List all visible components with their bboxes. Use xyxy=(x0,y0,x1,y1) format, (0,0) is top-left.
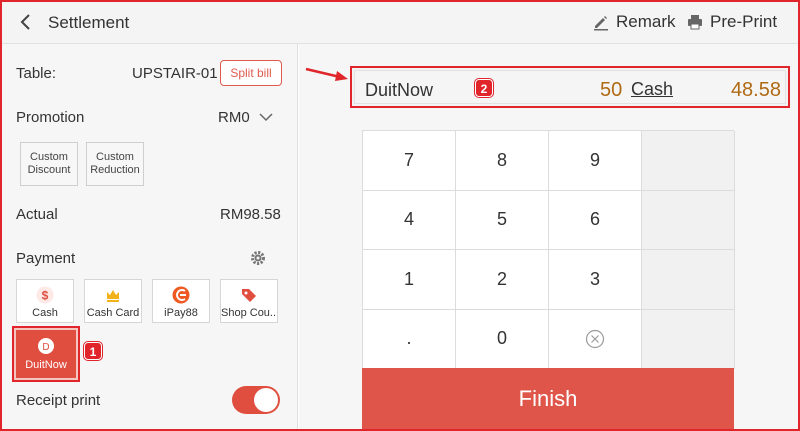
annotation-arrow-icon xyxy=(305,67,348,81)
payment-cash-button[interactable]: $ Cash xyxy=(16,279,74,323)
dollar-icon: $ xyxy=(36,286,54,304)
remark-label: Remark xyxy=(616,12,676,31)
chevron-down-icon[interactable] xyxy=(258,110,274,124)
key-5[interactable]: 5 xyxy=(456,190,549,250)
svg-text:$: $ xyxy=(42,289,49,303)
page-title: Settlement xyxy=(48,13,130,32)
payment-cash-label: Cash xyxy=(32,307,58,319)
key-8[interactable]: 8 xyxy=(456,131,549,191)
remark-button[interactable]: Remark xyxy=(592,12,676,32)
finish-button[interactable]: Finish xyxy=(362,368,734,429)
custom-reduction-button[interactable]: Custom Reduction xyxy=(86,142,144,186)
payment-duitnow-label: DuitNow xyxy=(25,359,67,371)
preprint-button[interactable]: Pre-Print xyxy=(686,12,777,32)
right-panel: DuitNow 50 Cash 48.58 2 7 8 9 4 5 6 1 2 … xyxy=(299,44,798,429)
receipt-print-label: Receipt print xyxy=(16,392,101,409)
key-clear[interactable] xyxy=(549,309,642,369)
table-value: UPSTAIR-01 xyxy=(132,65,218,82)
key-2[interactable]: 2 xyxy=(456,250,549,310)
tag-icon xyxy=(242,289,256,302)
key-4[interactable]: 4 xyxy=(363,190,456,250)
payment-ipay88-label: iPay88 xyxy=(164,307,198,319)
annotation-badge-2: 2 xyxy=(475,79,493,97)
header-bar: Settlement Remark Pre-Print xyxy=(2,2,798,44)
promotion-value[interactable]: RM0 xyxy=(218,109,250,126)
payment-cash-card-button[interactable]: Cash Card xyxy=(84,279,142,323)
gear-icon[interactable] xyxy=(250,250,266,266)
selected-method-name: DuitNow xyxy=(365,80,434,100)
change-amount-value: 48.58 xyxy=(730,79,781,101)
cash-link[interactable]: Cash xyxy=(631,79,673,100)
payment-shop-coupon-button[interactable]: Shop Cou... xyxy=(220,279,278,323)
payment-amount-value: 50 xyxy=(600,79,623,101)
promotion-label: Promotion xyxy=(16,109,85,126)
left-panel: Table: UPSTAIR-01 Split bill Promotion R… xyxy=(2,44,298,429)
key-blank xyxy=(642,190,735,250)
svg-text:D: D xyxy=(42,342,49,353)
numeric-keypad: 7 8 9 4 5 6 1 2 3 . 0 xyxy=(362,130,735,369)
key-3[interactable]: 3 xyxy=(549,250,642,310)
custom-discount-button[interactable]: Custom Discount xyxy=(20,142,78,186)
payment-ipay88-button[interactable]: iPay88 xyxy=(152,279,210,323)
split-bill-button[interactable]: Split bill xyxy=(220,60,282,86)
key-6[interactable]: 6 xyxy=(549,190,642,250)
payment-duitnow-button[interactable]: D DuitNow xyxy=(12,326,80,382)
duitnow-logo-icon: D xyxy=(38,338,54,354)
key-blank xyxy=(642,309,735,369)
clear-x-icon xyxy=(585,329,605,348)
key-blank xyxy=(642,131,735,191)
annotation-badge-1: 1 xyxy=(84,342,102,360)
table-label: Table: xyxy=(16,65,57,82)
toggle-knob xyxy=(254,388,278,412)
back-arrow-icon[interactable] xyxy=(16,12,36,32)
pencil-icon xyxy=(594,16,608,31)
actual-value: RM98.58 xyxy=(220,206,281,223)
payment-shop-coupon-label: Shop Cou... xyxy=(221,307,277,319)
key-9[interactable]: 9 xyxy=(549,131,642,191)
preprint-label: Pre-Print xyxy=(710,12,778,31)
key-7[interactable]: 7 xyxy=(363,131,456,191)
key-0[interactable]: 0 xyxy=(456,309,549,369)
crown-icon xyxy=(107,290,119,302)
ipay88-logo-icon xyxy=(172,286,190,304)
payment-amount-row[interactable]: DuitNow 50 Cash 48.58 xyxy=(350,66,790,108)
key-decimal[interactable]: . xyxy=(363,309,456,369)
payment-amount-inner: DuitNow 50 Cash 48.58 xyxy=(354,70,786,104)
key-1[interactable]: 1 xyxy=(363,250,456,310)
key-blank xyxy=(642,250,735,310)
actual-label: Actual xyxy=(16,206,58,223)
payment-label: Payment xyxy=(16,250,76,267)
payment-cash-card-label: Cash Card xyxy=(86,307,140,319)
receipt-print-toggle[interactable] xyxy=(232,386,280,414)
printer-icon xyxy=(688,15,702,30)
